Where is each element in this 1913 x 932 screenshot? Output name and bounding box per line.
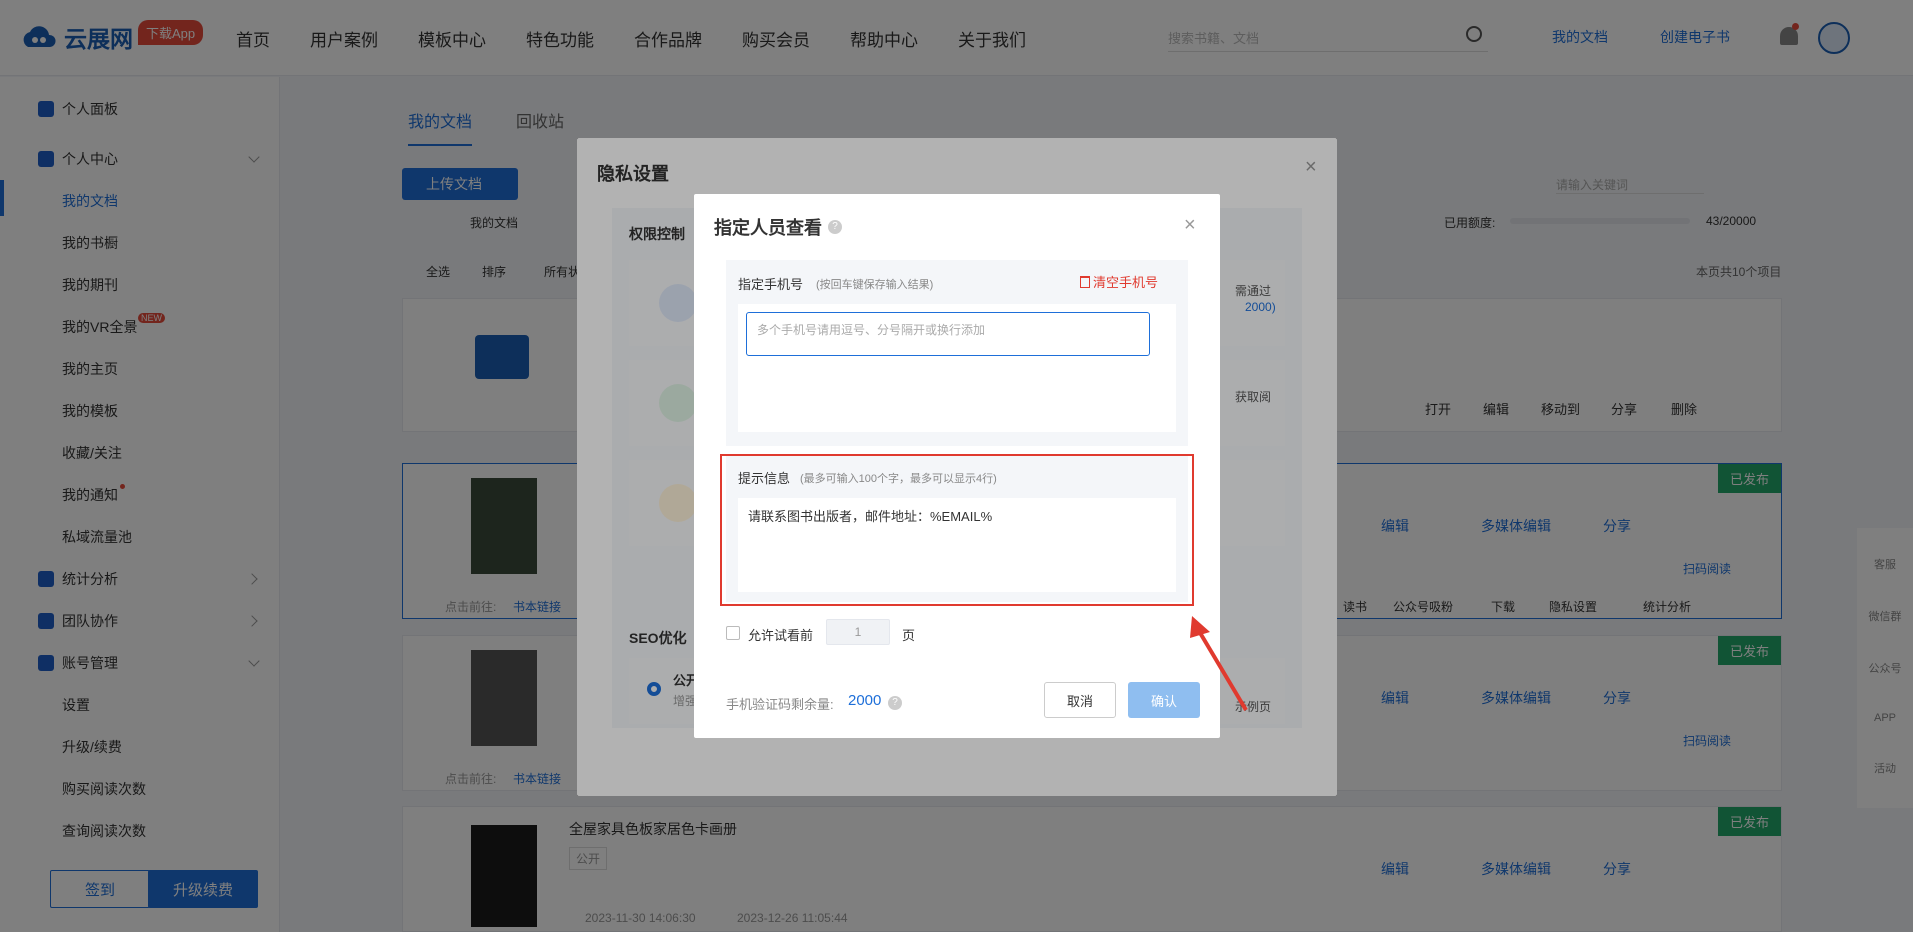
trash-icon xyxy=(1080,275,1090,288)
dialog-title: 指定人员查看? xyxy=(714,214,842,240)
red-arrow-annotation xyxy=(1190,616,1248,712)
confirm-label: 确认 xyxy=(1150,693,1177,709)
phone-hint: (按回车键保存输入结果) xyxy=(816,279,934,291)
clear-phones-button[interactable]: 清空手机号 xyxy=(1080,272,1158,291)
dialog-title-text: 指定人员查看 xyxy=(714,218,822,238)
help-icon[interactable]: ? xyxy=(828,220,842,234)
phone-panel: 指定手机号 (按回车键保存输入结果) 清空手机号 多个手机号请用逗号、分号隔开或… xyxy=(726,260,1188,446)
phone-textarea[interactable]: 多个手机号请用逗号、分号隔开或换行添加 xyxy=(746,312,1150,356)
preview-checkbox[interactable] xyxy=(726,626,740,640)
allow-preview-label: 允许试看前 xyxy=(748,628,814,643)
sms-value: 2000 xyxy=(848,692,882,709)
cancel-button[interactable]: 取消 xyxy=(1044,682,1116,718)
preview-pages-input[interactable]: 1 xyxy=(826,619,890,645)
phone-label: 指定手机号 xyxy=(738,277,804,292)
designated-viewers-dialog: 指定人员查看? × 指定手机号 (按回车键保存输入结果) 清空手机号 多个手机号… xyxy=(694,194,1220,738)
cancel-label: 取消 xyxy=(1066,693,1093,709)
phone-placeholder: 多个手机号请用逗号、分号隔开或换行添加 xyxy=(757,323,986,337)
clear-phones-label: 清空手机号 xyxy=(1093,275,1159,290)
page-unit: 页 xyxy=(902,628,916,643)
help-icon[interactable]: ? xyxy=(888,696,902,710)
highlight-frame xyxy=(720,454,1194,606)
sms-label: 手机验证码剩余量: xyxy=(726,697,834,712)
close-icon[interactable]: × xyxy=(1184,214,1196,237)
phone-input-area: 多个手机号请用逗号、分号隔开或换行添加 xyxy=(738,304,1176,432)
